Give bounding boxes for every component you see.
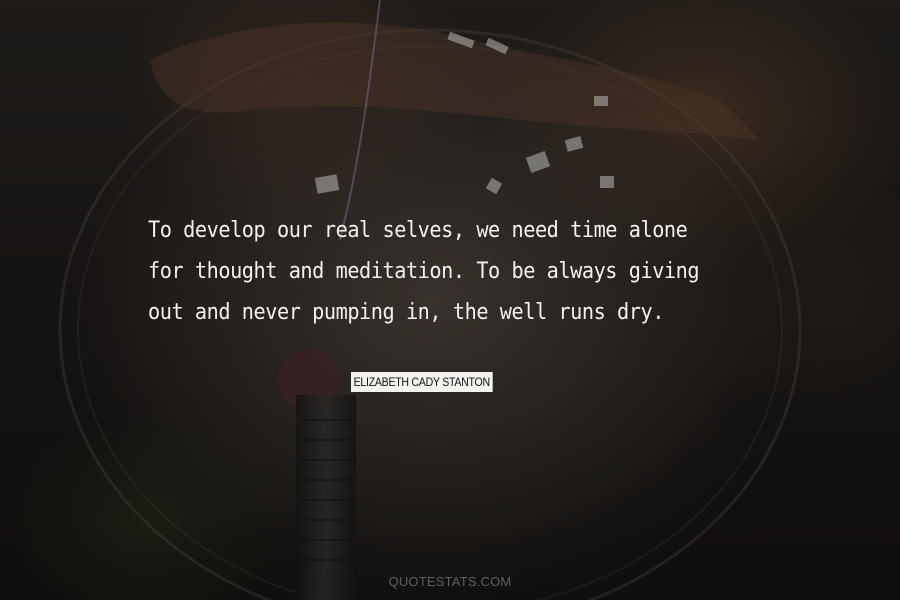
quote-text: To develop our real selves, we need time… xyxy=(148,210,718,333)
quote-card: To develop our real selves, we need time… xyxy=(0,0,900,600)
site-watermark: QUOTESTATS.COM xyxy=(388,574,512,589)
quote-line-1: To develop our real selves, we need time… xyxy=(148,218,688,243)
quote-line-2: for thought and meditation. To be always… xyxy=(148,259,700,284)
quote-line-3: out and never pumping in, the well runs … xyxy=(148,300,664,325)
author-link[interactable]: ELIZABETH CADY STANTON xyxy=(351,372,493,392)
